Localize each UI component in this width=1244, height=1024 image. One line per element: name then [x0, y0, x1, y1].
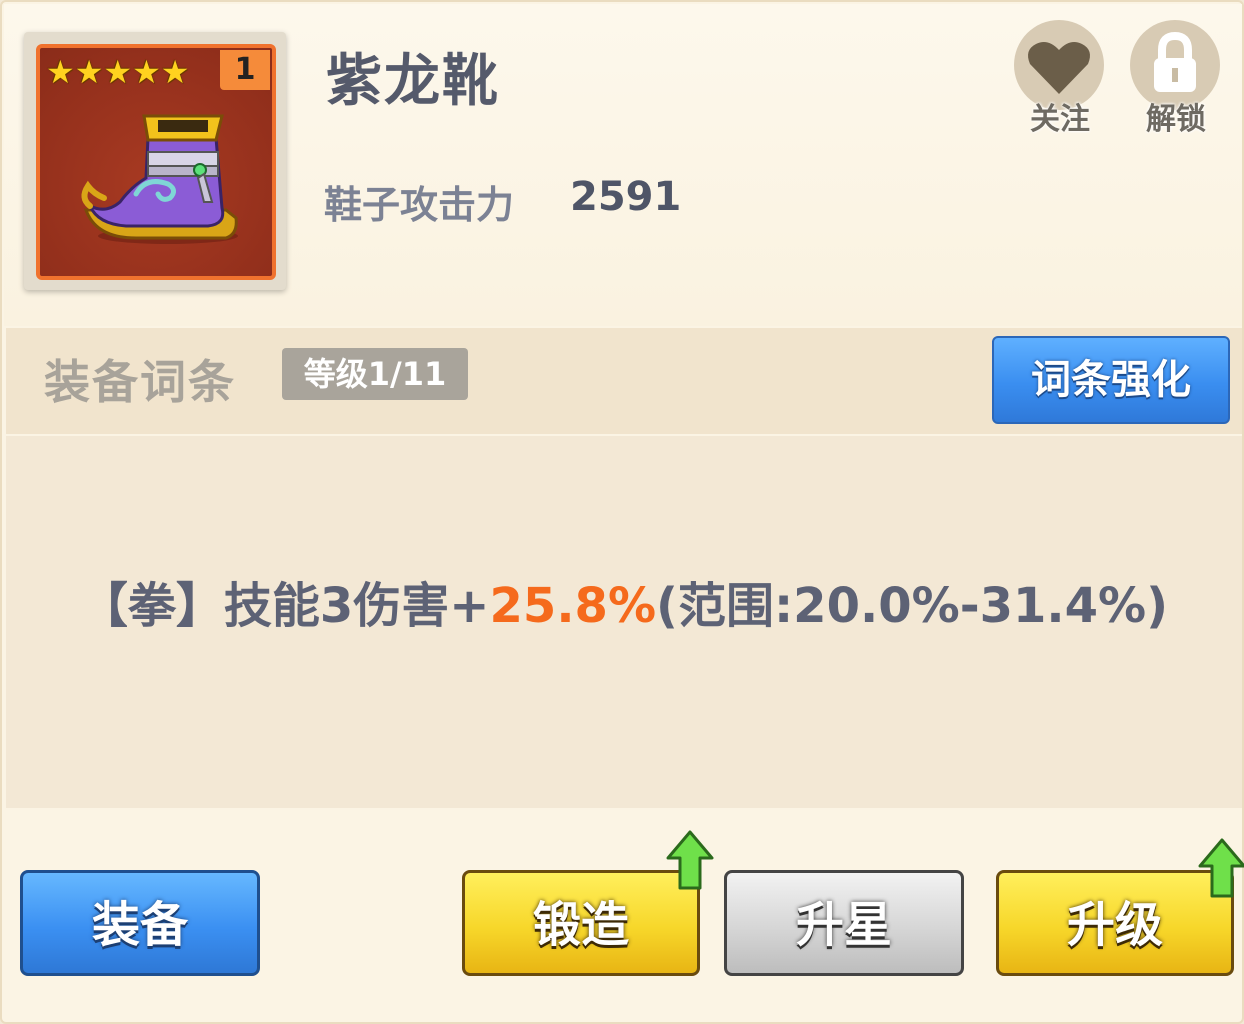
affix-enhance-button[interactable]: 词条强化 [992, 336, 1230, 424]
item-icon-card: ★★★★★ 1 [36, 44, 276, 280]
follow-label[interactable]: 关注 [1010, 94, 1110, 138]
stat-value: 2591 [570, 174, 682, 220]
upgrade-arrow-icon [1198, 838, 1244, 898]
affix-level-badge: 等级1/11 [282, 348, 468, 400]
affix-line-prefix: 【拳】技能3伤害+ [79, 578, 490, 634]
item-name: 紫龙靴 [326, 49, 500, 114]
stat-label: 鞋子攻击力 [324, 183, 515, 227]
item-count-badge: 1 [220, 50, 270, 90]
affix-line-range: (范围:20.0%-31.4%) [656, 578, 1169, 634]
unlock-label[interactable]: 解锁 [1126, 94, 1226, 138]
star-up-button[interactable]: 升星 [724, 870, 964, 976]
star-rating: ★★★★★ [46, 53, 190, 91]
affix-line-value: 25.8% [489, 578, 657, 634]
upgrade-arrow-icon [666, 830, 714, 890]
affix-line: 【拳】技能3伤害+25.8%(范围:20.0%-31.4%) [2, 566, 1244, 636]
equipment-detail-panel: ★★★★★ 1 紫龙靴 鞋子攻击力 2591 关注 解锁 装备词条 等级1/11… [0, 0, 1244, 1024]
forge-button[interactable]: 锻造 [462, 870, 700, 976]
equip-button[interactable]: 装备 [20, 870, 260, 976]
boot-icon [81, 114, 238, 244]
affix-section-title: 装备词条 [44, 355, 236, 409]
